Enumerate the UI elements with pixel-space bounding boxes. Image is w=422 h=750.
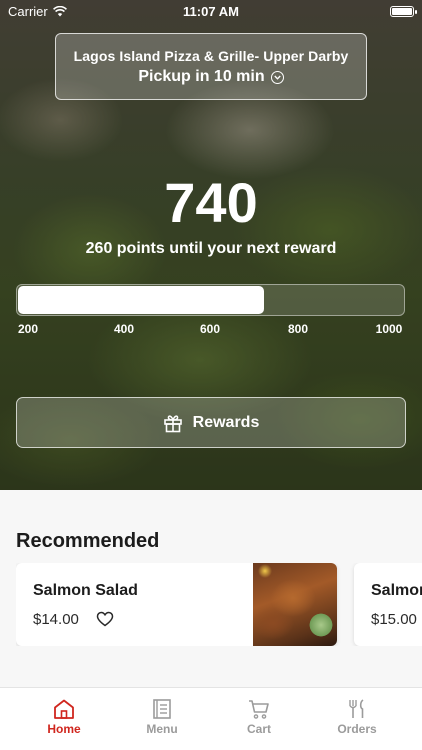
recommended-list[interactable]: Salmon Salad $14.00 Salmon $15.00 — [16, 563, 422, 646]
progress-tick-label: 600 — [199, 322, 221, 336]
progress-tick-label: 1000 — [375, 322, 403, 336]
item-name: Salmon Salad — [33, 582, 138, 599]
tab-label: Home — [47, 722, 81, 736]
rewards-button-label: Rewards — [192, 413, 260, 431]
tab-orders[interactable]: Orders — [307, 688, 407, 750]
rewards-progress-bar — [16, 284, 405, 316]
tab-label: Cart — [246, 722, 271, 736]
rewards-button[interactable]: Rewards — [16, 397, 406, 448]
item-image — [253, 563, 337, 646]
progress-fill — [18, 286, 264, 314]
tab-label: Orders — [337, 722, 377, 736]
item-name: Salmon — [371, 582, 422, 599]
item-price: $14.00 — [33, 611, 79, 628]
pickup-row: Pickup in 10 min — [56, 68, 366, 86]
orders-icon — [349, 699, 364, 718]
points-message: 260 points until your next reward — [85, 240, 337, 257]
chevron-down-icon — [270, 70, 284, 84]
store-selector[interactable]: Lagos Island Pizza & Grille- Upper Darby… — [55, 33, 367, 100]
status-time: 11:07 AM — [183, 4, 239, 19]
tab-home[interactable]: Home — [14, 688, 114, 750]
points-balance: 740 — [164, 171, 258, 234]
item-price: $15.00 — [371, 611, 417, 628]
status-bar: Carrier 11:07 AM — [0, 0, 422, 24]
recommended-card[interactable]: Salmon Salad $14.00 — [16, 563, 337, 646]
home-icon — [54, 699, 74, 719]
tab-cart[interactable]: Cart — [209, 688, 309, 750]
tab-label: Menu — [146, 722, 178, 736]
heart-icon[interactable] — [96, 611, 114, 627]
progress-tick-label: 200 — [17, 322, 39, 336]
pickup-time: Pickup in 10 min — [138, 68, 265, 85]
cart-icon — [249, 700, 269, 719]
recommended-title: Recommended — [16, 530, 160, 552]
progress-tick-label: 800 — [287, 322, 309, 336]
menu-icon — [153, 699, 171, 719]
store-name: Lagos Island Pizza & Grille- Upper Darby — [73, 48, 349, 64]
battery-icon — [390, 6, 417, 17]
progress-tick-label: 400 — [113, 322, 135, 336]
gift-icon — [163, 414, 182, 432]
tab-menu[interactable]: Menu — [112, 688, 212, 750]
tab-bar: Home Menu Cart Orders — [0, 687, 422, 750]
recommended-card[interactable]: Salmon $15.00 — [354, 563, 422, 646]
progress-ticks: 200 400 600 800 1000 — [0, 322, 422, 338]
